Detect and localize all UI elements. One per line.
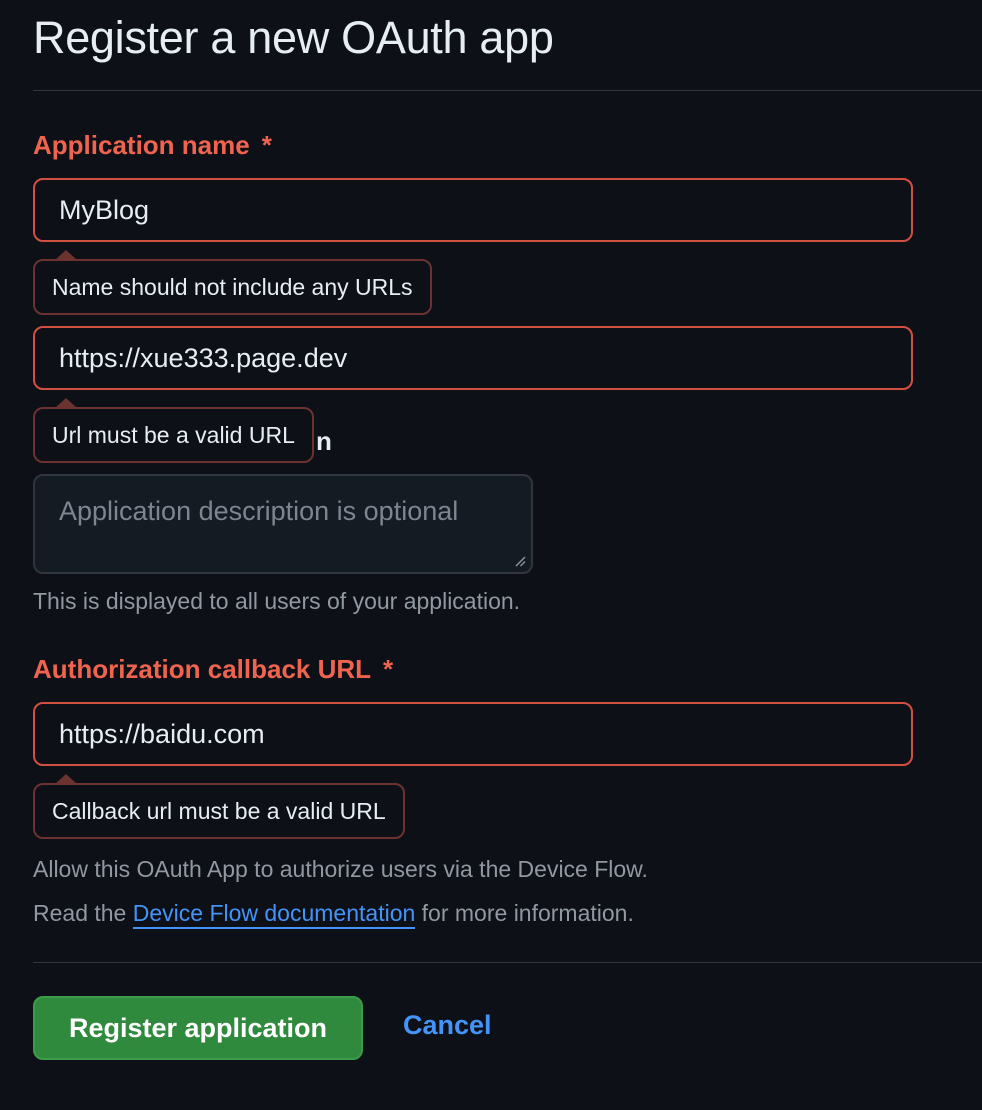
- description-label-partial-text: n: [316, 426, 332, 456]
- app-name-error-text: Name should not include any URLs: [52, 273, 413, 300]
- device-flow-read-prefix: Read the: [33, 900, 127, 926]
- page-title: Register a new OAuth app: [33, 12, 554, 63]
- callback-url-error-tooltip: Callback url must be a valid URL: [33, 783, 405, 839]
- description-textarea[interactable]: Application description is optional: [33, 474, 533, 574]
- homepage-url-input-value: https://xue333.page.dev: [59, 342, 348, 373]
- callback-url-input-value: https://baidu.com: [59, 718, 265, 749]
- callback-url-input[interactable]: https://baidu.com: [33, 702, 913, 766]
- device-flow-read-suffix: for more information.: [421, 900, 634, 926]
- description-label-partial: n: [316, 426, 332, 457]
- device-flow-read-more: Read the Device Flow documentation for m…: [33, 900, 634, 929]
- device-flow-text: Allow this OAuth App to authorize users …: [33, 856, 648, 882]
- app-name-input-value: MyBlog: [59, 194, 150, 225]
- resize-grip-icon[interactable]: [514, 555, 526, 567]
- app-name-error-tooltip: Name should not include any URLs: [33, 259, 432, 315]
- actions-divider: [33, 962, 982, 963]
- required-mark: *: [261, 130, 272, 160]
- register-application-button[interactable]: Register application: [33, 996, 363, 1060]
- cancel-button[interactable]: Cancel: [403, 1010, 492, 1041]
- oauth-register-page: Register a new OAuth app Application nam…: [0, 0, 982, 1110]
- title-divider: [33, 90, 982, 91]
- description-help: This is displayed to all users of your a…: [33, 588, 521, 614]
- homepage-url-error-tooltip: Url must be a valid URL: [33, 407, 314, 463]
- callback-url-error-text: Callback url must be a valid URL: [52, 797, 386, 824]
- homepage-url-error-arrow: [55, 398, 77, 408]
- app-name-input[interactable]: MyBlog: [33, 178, 913, 242]
- homepage-url-input[interactable]: https://xue333.page.dev: [33, 326, 913, 390]
- app-name-error-arrow: [55, 250, 77, 260]
- required-mark: *: [383, 654, 394, 684]
- app-name-label: Application name *: [33, 130, 272, 161]
- callback-url-label-text: Authorization callback URL: [33, 654, 372, 684]
- app-name-label-text: Application name: [33, 130, 250, 160]
- callback-url-label: Authorization callback URL *: [33, 654, 393, 685]
- homepage-url-error-text: Url must be a valid URL: [52, 421, 295, 448]
- callback-url-error-arrow: [55, 774, 77, 784]
- device-flow-documentation-link[interactable]: Device Flow documentation: [132, 900, 416, 929]
- description-placeholder: Application description is optional: [59, 496, 459, 526]
